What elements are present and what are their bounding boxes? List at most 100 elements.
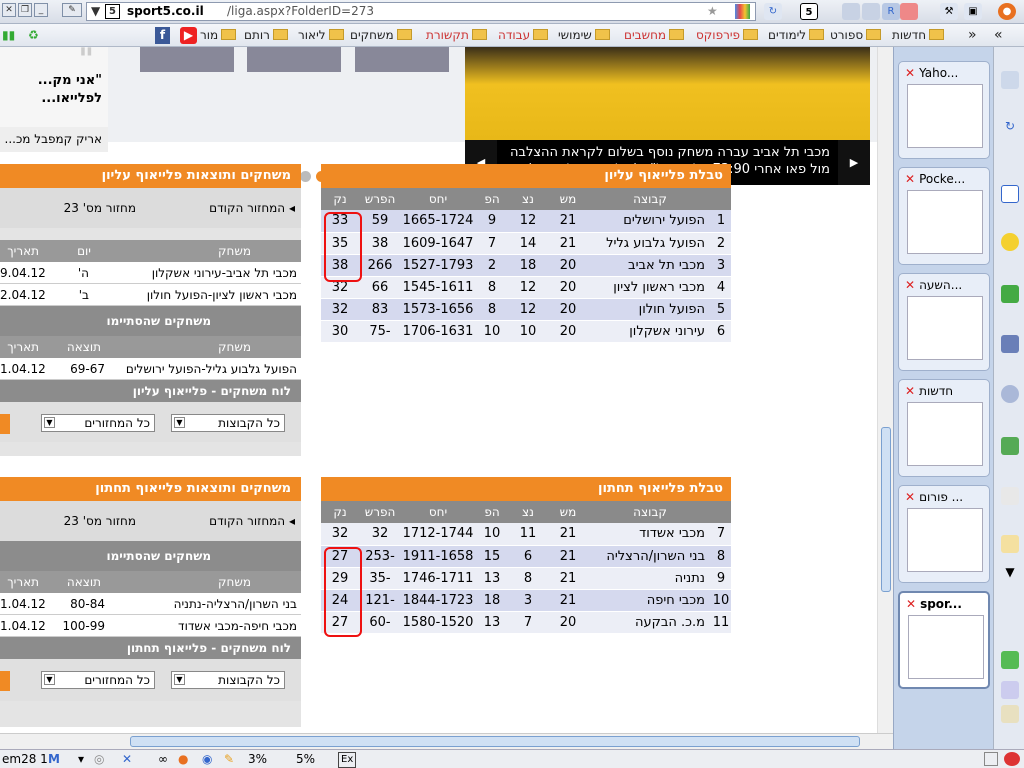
firefox-icon[interactable]: ●	[178, 750, 188, 768]
close-window-icon[interactable]: ✕	[2, 3, 16, 17]
close-icon[interactable]: ✕	[905, 172, 915, 186]
table-row[interactable]: 11 מ.כ. הבקעה 20 7 13 1580-1520 -60 27	[321, 611, 731, 634]
scroll-thumb[interactable]	[881, 427, 891, 592]
close-icon[interactable]: ✕	[905, 278, 915, 292]
glasses-icon[interactable]: ∞	[158, 750, 168, 768]
sport5-tab-icon[interactable]: 5	[800, 3, 818, 20]
addon-icon-3[interactable]: R	[882, 3, 900, 20]
vertical-scrollbar[interactable]	[877, 47, 893, 733]
puzzle-icon[interactable]	[1001, 285, 1019, 303]
chevron-left-icon[interactable]: «	[968, 27, 977, 44]
thumb-photo-1[interactable]	[140, 47, 234, 72]
horizontal-scrollbar[interactable]	[0, 733, 893, 749]
edit-icon[interactable]: ✎	[62, 3, 82, 17]
prev-round-link[interactable]: ◂ המחזור הקודם	[209, 510, 295, 532]
table-row[interactable]: 10 מכבי חיפה 21 3 18 1844-1723 -121 24	[321, 589, 731, 612]
circle-icon[interactable]: ◎	[94, 750, 104, 768]
fixture-row[interactable]: מכבי תל אביב-עירוני אשקלון ה' 9.04.12	[0, 262, 301, 284]
window-icon[interactable]	[1001, 185, 1019, 203]
next-slide-button[interactable]: ▶	[838, 140, 870, 185]
tab-preview-pocket[interactable]: ✕ Pocke...	[898, 167, 990, 265]
page-icon[interactable]	[1001, 535, 1019, 553]
addon-icon-1[interactable]	[842, 3, 860, 20]
sidebar-icon[interactable]	[1001, 681, 1019, 699]
bookmark-rotem[interactable]: רותם	[244, 27, 288, 44]
table-row[interactable]: 2 הפועל גלבוע גליל 21 14 7 1609-1647 38 35	[321, 232, 731, 255]
bookmark-mor[interactable]: מור	[200, 27, 237, 44]
teams-select[interactable]: כל הקבוצות ▼	[171, 671, 285, 689]
tab-preview-sport5[interactable]: ✕ spor...	[898, 591, 990, 689]
refresh-icon[interactable]: ↻	[1001, 119, 1019, 137]
close-icon[interactable]: ✕	[905, 490, 915, 504]
recycle-icon[interactable]: ♻	[28, 27, 39, 44]
camera-icon[interactable]	[1001, 651, 1019, 669]
pencil-icon[interactable]: ✎	[224, 750, 234, 768]
bookmark-lior[interactable]: ליאור	[298, 27, 344, 44]
bookmark-useful[interactable]: שימושי	[558, 27, 610, 44]
close-icon[interactable]: ✕	[905, 384, 915, 398]
scroll-up-icon[interactable]	[1001, 71, 1019, 89]
table-row[interactable]: 7 מכבי אשדוד 21 11 10 1712-1744 32 32	[321, 523, 731, 546]
extension-button[interactable]: Ex	[338, 752, 357, 768]
table-row[interactable]: 9 נתניה 21 8 13 1746-1711 -35 29	[321, 567, 731, 590]
chevron-right-icon[interactable]: »	[994, 27, 1003, 44]
tab-preview-yahoo[interactable]: ✕ Yaho...	[898, 61, 990, 159]
bookmark-work[interactable]: עבודה	[498, 27, 549, 44]
bookmark-media[interactable]: תקשורת	[426, 27, 487, 44]
bookmark-computers[interactable]: מחשבים	[624, 27, 685, 44]
tab-preview-news[interactable]: ✕ חדשות	[898, 379, 990, 477]
refresh-icon[interactable]: ↻	[764, 3, 782, 20]
smiley-icon[interactable]	[1001, 233, 1019, 251]
youtube-icon[interactable]: ▶	[180, 27, 197, 44]
facebook-icon[interactable]: f	[155, 27, 170, 44]
tools-icon[interactable]	[1001, 705, 1019, 723]
table-row[interactable]: 8 בני השרון/הרצליה 21 6 15 1911-1658 -253 27	[321, 545, 731, 568]
result-row[interactable]: בני השרון/הרצליה-נתניה 80-84 1.04.12	[0, 593, 301, 615]
go-button[interactable]	[0, 414, 10, 434]
table-row[interactable]: 6 עירוני אשקלון 20 10 10 1706-1631 -75 30	[321, 320, 731, 343]
thumb-photo-2[interactable]	[247, 47, 341, 72]
addon-icon-4[interactable]	[900, 3, 918, 20]
url-bar[interactable]: ▼ 5 sport5.co.il /liga.aspx?FolderID=273…	[86, 2, 756, 21]
tab-preview-time[interactable]: ✕ השעה...	[898, 273, 990, 371]
table-row[interactable]: 5 הפועל חולון 20 12 8 1573-1656 83 32	[321, 298, 731, 321]
dropdown-icon[interactable]: ▼	[91, 3, 100, 20]
adblock-icon[interactable]	[1004, 752, 1020, 766]
wrench-icon[interactable]: ⚒	[940, 3, 958, 20]
clock-icon[interactable]	[1001, 385, 1019, 403]
download-icon[interactable]	[1001, 437, 1019, 455]
star-icon[interactable]: ★	[707, 3, 718, 20]
headline-photo[interactable]	[465, 47, 870, 140]
gmail-icon[interactable]: M	[48, 750, 60, 768]
prev-round-link[interactable]: ◂ המחזור הקודם	[209, 197, 295, 219]
bookmark-news[interactable]: חדשות	[892, 27, 945, 44]
bookmark-sport[interactable]: ספורט	[830, 27, 882, 44]
addon-icon-2[interactable]	[862, 3, 880, 20]
close-icon[interactable]: ✕	[906, 597, 916, 611]
close-icon[interactable]: ✕	[905, 66, 915, 80]
chevron-down-icon[interactable]: ▾	[78, 750, 84, 768]
restore-window-icon[interactable]: ❐	[18, 3, 32, 17]
tab-preview-forum[interactable]: ✕ פורום ...	[898, 485, 990, 583]
screenshot-icon[interactable]: ▣	[964, 3, 982, 20]
rounds-select[interactable]: כל המחזורים ▼	[41, 671, 155, 689]
teams-select[interactable]: כל הקבוצות ▼	[171, 414, 285, 432]
thumb-photo-3[interactable]	[355, 47, 449, 72]
bookmark-games[interactable]: משחקים	[350, 27, 412, 44]
result-row[interactable]: הפועל גלבוע גליל-הפועל ירושלים 69-67 1.0…	[0, 358, 301, 380]
go-button[interactable]	[0, 671, 10, 691]
globe-icon[interactable]: ◉	[202, 750, 212, 768]
network-icon[interactable]: ✕	[122, 750, 132, 768]
chevron-down-icon[interactable]: ▼	[1001, 565, 1019, 583]
slide-dot[interactable]	[300, 171, 311, 182]
book-icon[interactable]	[1001, 335, 1019, 353]
firefox-icon[interactable]: ●	[998, 3, 1016, 20]
rounds-select[interactable]: כל המחזורים ▼	[41, 414, 155, 432]
table-row[interactable]: 1 הפועל ירושלים 21 12 9 1665-1724 59 33	[321, 210, 731, 233]
scroll-thumb[interactable]	[130, 736, 860, 747]
table-row[interactable]: 4 מכבי ראשון לציון 20 12 8 1545-1611 66 32	[321, 276, 731, 299]
bookmark-firefox[interactable]: פירפוקס	[696, 27, 759, 44]
bookmark-studies[interactable]: לימודים	[768, 27, 825, 44]
notes-icon[interactable]	[1001, 487, 1019, 505]
minimize-window-icon[interactable]: _	[34, 3, 48, 17]
